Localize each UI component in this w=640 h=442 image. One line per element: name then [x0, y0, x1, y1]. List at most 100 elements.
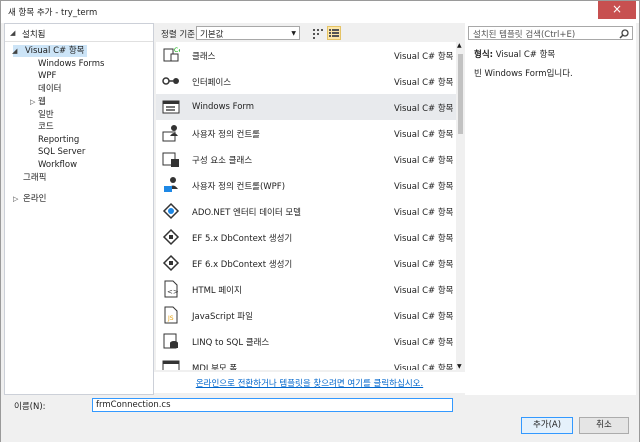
template-type: Visual C# 항목 — [394, 286, 454, 296]
template-description: 빈 Windows Form입니다. — [474, 69, 573, 79]
tree-item-label: SQL Server — [38, 147, 86, 157]
template-item[interactable]: 사용자 정의 컨트롤(WPF) Visual C# 항목 — [156, 172, 456, 198]
grid-view-icon — [313, 29, 323, 39]
installed-header[interactable]: ◢ 설치됨 — [5, 24, 153, 42]
template-item[interactable]: EF 6.x DbContext 생성기 Visual C# 항목 — [156, 250, 456, 276]
scroll-down-icon[interactable]: ▼ — [457, 363, 462, 370]
sort-label: 정렬 기준: — [161, 30, 198, 40]
windows-form-icon — [162, 100, 180, 114]
name-value: frmConnection.cs — [96, 400, 171, 410]
sort-value: 기본값 — [200, 30, 224, 40]
template-type: Visual C# 항목 — [394, 234, 454, 244]
interface-icon — [162, 77, 179, 85]
add-button[interactable]: 추가(A) — [521, 417, 573, 434]
ado-net-entity-icon — [162, 202, 180, 220]
html-page-icon: <> — [164, 280, 179, 298]
tree-item-web[interactable]: ▷ 웹 — [30, 96, 46, 108]
search-icon — [619, 29, 629, 39]
expanded-triangle-icon: ◢ — [12, 47, 18, 55]
category-pane: ◢ 설치됨 ◢ Visual C# 항목 Windows Forms WPF 데이터 ▷ 웹… — [4, 23, 154, 395]
sort-dropdown[interactable]: 기본값 ▼ — [196, 26, 300, 40]
tree-item-workflow[interactable]: Workflow — [38, 159, 77, 171]
template-type: Visual C# 항목 — [394, 364, 454, 370]
class-icon: C# — [163, 47, 180, 62]
type-label: 형식: — [474, 50, 494, 60]
template-item[interactable]: 사용자 정의 컨트롤 Visual C# 항목 — [156, 120, 456, 146]
template-item[interactable]: EF 5.x DbContext 생성기 Visual C# 항목 — [156, 224, 456, 250]
template-type: Visual C# 항목 — [394, 338, 454, 348]
online-templates-link[interactable]: 온라인으로 전환하거나 템플릿을 찾으려면 여기를 클릭하십시오. — [196, 379, 423, 389]
tree-item-wpf[interactable]: WPF — [38, 70, 56, 82]
tree-item-label: WPF — [38, 71, 57, 81]
javascript-file-icon: JS — [164, 306, 178, 324]
mdi-parent-form-icon — [162, 360, 180, 370]
tree-item-label: Visual C# 항목 — [25, 46, 85, 56]
template-type: Visual C# 항목 — [394, 312, 454, 322]
user-control-icon — [162, 125, 178, 142]
window-title: 새 항목 추가 - try_term — [8, 8, 98, 18]
cancel-button[interactable]: 취소 — [579, 417, 629, 434]
template-name: 인터페이스 — [192, 78, 232, 88]
template-type: Visual C# 항목 — [394, 182, 454, 192]
template-item[interactable]: Windows Form Visual C# 항목 — [156, 94, 456, 120]
tree-item-data[interactable]: 데이터 — [38, 83, 61, 95]
name-input[interactable]: frmConnection.cs — [92, 398, 453, 412]
online-templates-area: 온라인으로 전환하거나 템플릿을 찾으려면 여기를 클릭하십시오. — [154, 372, 465, 393]
tree-item-graphics[interactable]: 그래픽 — [23, 172, 46, 184]
svg-text:C#: C# — [174, 47, 180, 54]
details-pane: 설치된 템플릿 검색(Ctrl+E) 형식: Visual C# 항목 빈 Wi… — [465, 23, 636, 395]
template-item[interactable]: JS JavaScript 파일 Visual C# 항목 — [156, 302, 456, 328]
template-list-scrollbar[interactable]: ▲ ▼ — [456, 42, 465, 370]
template-item[interactable]: C# 클래스 Visual C# 항목 — [156, 42, 456, 68]
bottom-bar: 이름(N): frmConnection.cs 추가(A) 취소 — [1, 395, 639, 442]
ef5-generator-icon — [162, 228, 180, 246]
list-view-button[interactable] — [327, 26, 341, 40]
tree-item-label: 코드 — [38, 122, 54, 132]
online-node[interactable]: ▷ 온라인 — [13, 193, 46, 205]
template-name: 사용자 정의 컨트롤 — [192, 130, 260, 140]
tree-item-label: 그래픽 — [23, 173, 47, 183]
template-name: LINQ to SQL 클래스 — [192, 338, 270, 348]
ef6-generator-icon — [162, 254, 180, 272]
scroll-up-icon[interactable]: ▲ — [457, 42, 462, 49]
tree-item-sql-server[interactable]: SQL Server — [38, 146, 85, 158]
chevron-down-icon: ▼ — [291, 30, 296, 37]
tree-item-label: 일반 — [38, 110, 54, 120]
template-item[interactable]: 인터페이스 Visual C# 항목 — [156, 68, 456, 94]
template-name: EF 6.x DbContext 생성기 — [192, 260, 293, 270]
template-name: MDI 부모 폼 — [192, 364, 238, 370]
list-view-icon — [329, 29, 339, 37]
template-type: Visual C# 항목 — [394, 208, 454, 218]
tree-item-reporting[interactable]: Reporting — [38, 134, 79, 146]
tree-item-label: Windows Forms — [38, 59, 105, 69]
sort-toolbar: 정렬 기준: 기본값 ▼ — [154, 23, 465, 42]
template-name: 구성 요소 클래스 — [192, 156, 253, 166]
search-input[interactable]: 설치된 템플릿 검색(Ctrl+E) — [468, 26, 633, 40]
template-item[interactable]: 구성 요소 클래스 Visual C# 항목 — [156, 146, 456, 172]
template-type: Visual C# 항목 — [394, 260, 454, 270]
type-value: Visual C# 항목 — [495, 50, 556, 60]
template-name: Windows Form — [192, 102, 255, 112]
name-label: 이름(N): — [14, 402, 46, 412]
search-placeholder: 설치된 템플릿 검색(Ctrl+E) — [473, 30, 576, 40]
collapsed-triangle-icon: ▷ — [30, 98, 36, 106]
scrollbar-thumb[interactable] — [458, 54, 463, 134]
template-name: 사용자 정의 컨트롤(WPF) — [192, 182, 286, 192]
template-item[interactable]: <> HTML 페이지 Visual C# 항목 — [156, 276, 456, 302]
template-item[interactable]: ADO.NET 엔터티 데이터 모델 Visual C# 항목 — [156, 198, 456, 224]
tree-item-label: 데이터 — [38, 84, 62, 94]
close-button[interactable]: × — [598, 1, 636, 19]
template-name: JavaScript 파일 — [192, 312, 253, 322]
tree-item-general[interactable]: 일반 — [38, 109, 54, 121]
linq-to-sql-icon — [163, 333, 178, 349]
tree-item-code[interactable]: 코드 — [38, 121, 54, 133]
tree-item-label: Workflow — [38, 160, 78, 170]
template-item[interactable]: LINQ to SQL 클래스 Visual C# 항목 — [156, 328, 456, 354]
template-item[interactable]: MDI 부모 폼 Visual C# 항목 — [156, 354, 456, 370]
template-name: EF 5.x DbContext 생성기 — [192, 234, 293, 244]
tree-item-visual-csharp[interactable]: ◢ Visual C# 항목 — [12, 45, 88, 57]
details-info: 형식: Visual C# 항목 빈 Windows Form입니다. — [474, 48, 573, 79]
small-icons-view-button[interactable] — [311, 26, 325, 40]
tree-item-windows-forms[interactable]: Windows Forms — [38, 58, 105, 70]
template-list: C#클래스Visual C# 항목인터페이스Visual C# 항목Window… — [156, 42, 456, 370]
